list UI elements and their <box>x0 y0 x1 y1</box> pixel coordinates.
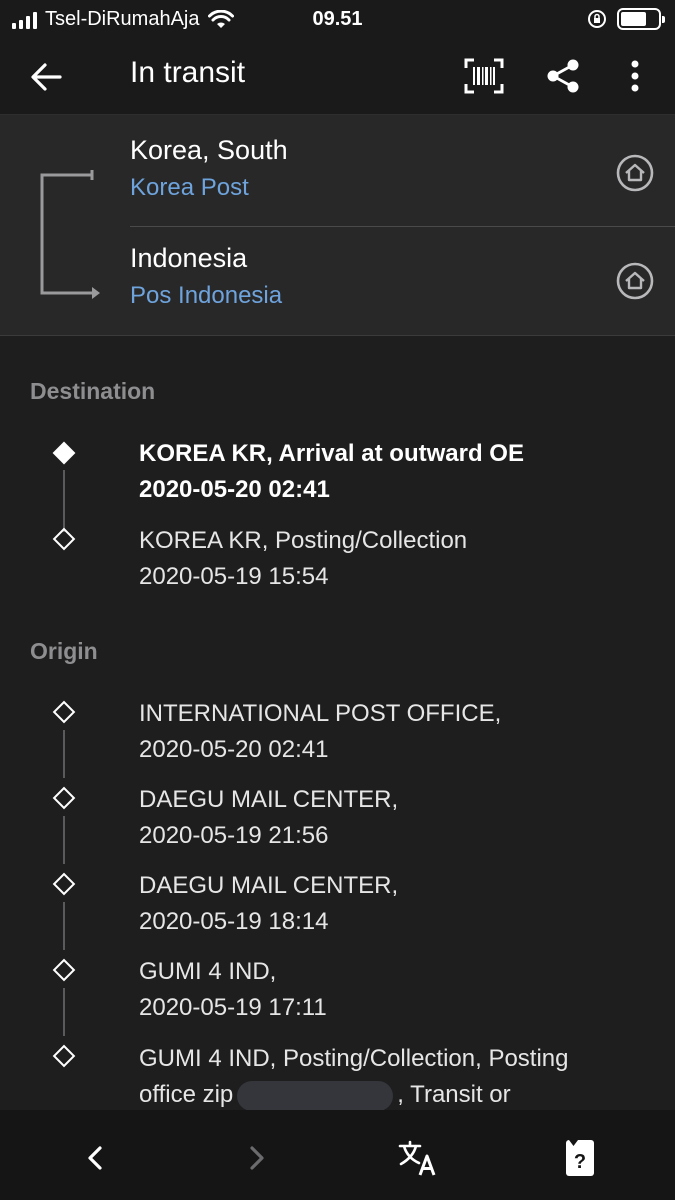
timeline-marker <box>52 1044 76 1068</box>
bottom-bar: ? <box>0 1110 675 1200</box>
route-connector-icon <box>40 170 100 299</box>
translate-icon <box>398 1140 436 1176</box>
origin-carrier-link[interactable]: Korea Post <box>130 174 675 202</box>
origin-country: Korea, South <box>130 135 288 165</box>
barcode-scan-button[interactable] <box>462 54 506 98</box>
timeline-event: GUMI 4 IND, Posting/Collection, Posting … <box>139 1041 629 1113</box>
barcode-scan-icon <box>464 58 504 94</box>
destination-section-title: Destination <box>30 378 156 404</box>
timeline-marker <box>52 872 76 896</box>
chevron-left-icon <box>88 1146 102 1170</box>
orientation-lock-icon <box>588 10 606 28</box>
timeline-connector <box>63 902 65 950</box>
origin-home-icon[interactable] <box>615 153 655 193</box>
help-card-icon: ? <box>566 1140 594 1176</box>
page-title: In transit <box>130 56 246 89</box>
destination-carrier-link[interactable]: Pos Indonesia <box>130 282 675 310</box>
help-button[interactable]: ? <box>558 1136 602 1180</box>
status-time: 09.51 <box>312 8 363 30</box>
share-button[interactable] <box>541 54 585 98</box>
timeline-marker <box>52 786 76 810</box>
previous-button[interactable] <box>73 1136 117 1180</box>
back-button[interactable] <box>26 56 68 98</box>
next-button[interactable] <box>235 1136 279 1180</box>
timeline-marker <box>52 700 76 724</box>
timeline-connector <box>63 730 65 778</box>
svg-text:?: ? <box>574 1151 586 1173</box>
timeline-event: INTERNATIONAL POST OFFICE, 2020-05-20 02… <box>139 700 502 763</box>
translate-button[interactable] <box>396 1136 440 1180</box>
battery-icon <box>617 8 665 30</box>
chevron-right-icon <box>250 1146 264 1170</box>
app-toolbar: In transit <box>0 38 675 114</box>
timeline-event: DAEGU MAIL CENTER, 2020-05-19 18:14 <box>139 872 399 935</box>
timeline-connector <box>63 816 65 864</box>
route-origin[interactable]: Korea, South Korea Post <box>130 135 675 202</box>
redacted-zip <box>237 1080 394 1111</box>
status-right <box>587 8 665 30</box>
route-divider <box>130 226 675 227</box>
battery-level <box>621 12 647 26</box>
more-vertical-icon <box>631 60 639 92</box>
back-arrow-icon <box>31 63 62 91</box>
status-bar: Tsel-DiRumahAja 09.51 <box>0 0 675 38</box>
timeline-marker-current <box>52 441 76 465</box>
timeline-event: KOREA KR, Posting/Collection 2020-05-19 … <box>139 527 468 590</box>
timeline-event: DAEGU MAIL CENTER, 2020-05-19 21:56 <box>139 786 399 849</box>
timeline-connector <box>63 988 65 1036</box>
timeline-event: KOREA KR, Arrival at outward OE 2020-05-… <box>139 440 524 503</box>
timeline-connector <box>63 470 65 532</box>
share-icon <box>547 59 579 93</box>
more-options-button[interactable] <box>613 54 657 98</box>
route-destination[interactable]: Indonesia Pos Indonesia <box>130 243 675 310</box>
destination-country: Indonesia <box>130 243 248 273</box>
destination-home-icon[interactable] <box>615 261 655 301</box>
timeline-marker <box>52 527 76 551</box>
timeline-marker <box>52 958 76 982</box>
route-card: Korea, South Korea Post Indonesia Pos In… <box>0 114 675 336</box>
origin-section-title: Origin <box>30 638 98 664</box>
timeline-event: GUMI 4 IND, 2020-05-19 17:11 <box>139 958 327 1021</box>
